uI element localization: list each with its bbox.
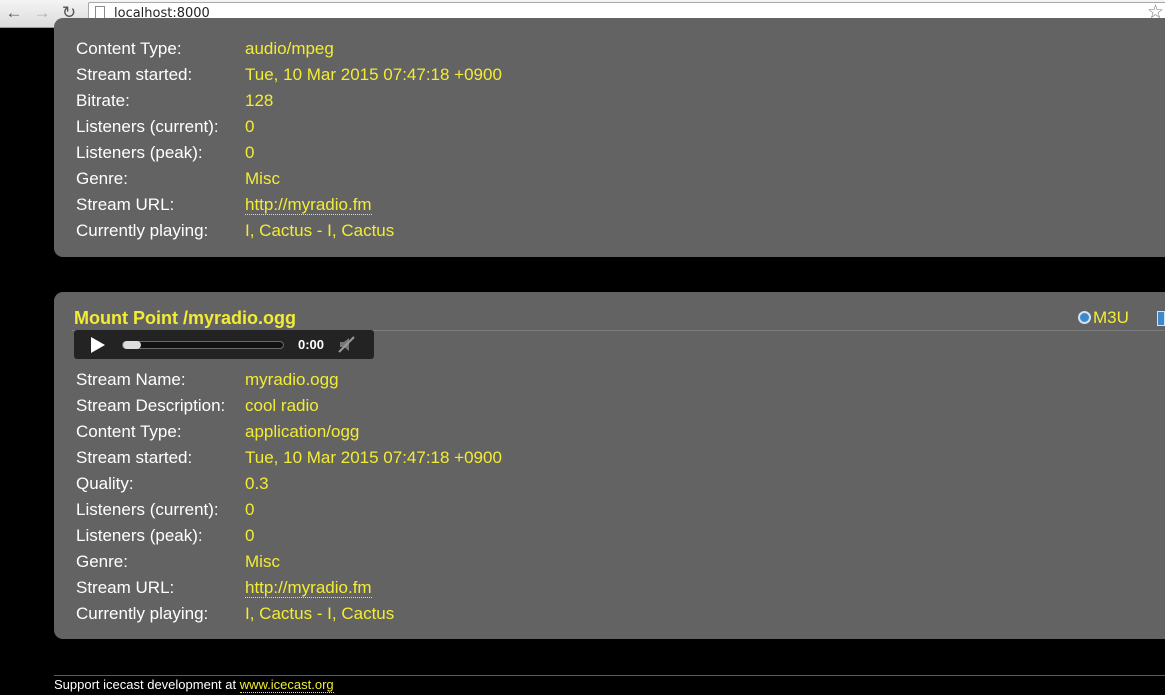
row-value: http://myradio.fm	[245, 192, 372, 218]
row-label: Currently playing:	[76, 221, 209, 240]
row-value: application/ogg	[245, 422, 360, 441]
stream-url-link[interactable]: http://myradio.fm	[245, 578, 372, 598]
mount-panel-mp3: Content Type: audio/mpeg Stream started: T…	[54, 18, 1165, 257]
play-icon[interactable]	[91, 337, 105, 353]
row-label: Listeners (current):	[76, 500, 219, 519]
row-value: Tue, 10 Mar 2015 07:47:18 +0900	[245, 448, 502, 467]
row-value: myradio.ogg	[245, 370, 339, 389]
icecast-link[interactable]: www.icecast.org	[239, 677, 334, 693]
time-display: 0:00	[298, 337, 325, 352]
row-value: Tue, 10 Mar 2015 07:47:18 +0900	[245, 65, 502, 84]
row-label: Stream URL:	[76, 578, 175, 597]
muted-speaker-icon[interactable]	[338, 336, 356, 353]
row-value: audio/mpeg	[245, 39, 334, 58]
mount-title: Mount Point /myradio.ogg	[74, 308, 296, 328]
m3u-link[interactable]: M3U	[1078, 308, 1129, 328]
row-value: Misc	[245, 169, 280, 188]
row-label: Stream Name:	[76, 370, 186, 389]
row-label: Currently playing:	[76, 604, 209, 623]
stream-url-link[interactable]: http://myradio.fm	[245, 195, 372, 215]
mount-panel-ogg: Mount Point /myradio.ogg M3U 0:00 Stream…	[54, 292, 1165, 639]
footer: Support icecast development at www.iceca…	[54, 677, 334, 693]
forward-arrow-icon[interactable]: →	[33, 4, 51, 22]
row-value: Misc	[245, 552, 280, 571]
seek-thumb[interactable]	[123, 341, 141, 349]
row-label: Quality:	[76, 474, 134, 493]
row-label: Bitrate:	[76, 91, 130, 110]
row-value: I, Cactus - I, Cactus	[245, 221, 395, 240]
row-value: I, Cactus - I, Cactus	[245, 604, 395, 623]
row-label: Listeners (peak):	[76, 143, 203, 162]
row-value: 0	[245, 500, 255, 519]
footer-text: Support icecast development at	[54, 677, 240, 692]
m3u-label: M3U	[1093, 308, 1129, 327]
row-label: Stream started:	[76, 65, 193, 84]
xspf-icon[interactable]	[1157, 311, 1165, 326]
row-label: Listeners (peak):	[76, 526, 203, 545]
row-value: 0	[245, 143, 255, 162]
playlist-icon	[1078, 311, 1091, 324]
row-label: Content Type:	[76, 422, 182, 441]
row-value: 0	[245, 526, 255, 545]
back-arrow-icon[interactable]: ←	[5, 4, 23, 22]
footer-divider	[54, 675, 1165, 676]
row-label: Genre:	[76, 552, 128, 571]
row-value: 0	[245, 117, 255, 136]
row-label: Stream started:	[76, 448, 193, 467]
row-label: Stream URL:	[76, 195, 175, 214]
row-label: Content Type:	[76, 39, 182, 58]
row-value: 0.3	[245, 474, 269, 493]
seek-bar[interactable]	[122, 341, 284, 349]
row-label: Listeners (current):	[76, 117, 219, 136]
row-label: Genre:	[76, 169, 128, 188]
row-value: 128	[245, 91, 274, 110]
row-value: http://myradio.fm	[245, 575, 372, 601]
row-value: cool radio	[245, 396, 319, 415]
audio-player: 0:00	[74, 330, 374, 359]
row-label: Stream Description:	[76, 396, 226, 415]
